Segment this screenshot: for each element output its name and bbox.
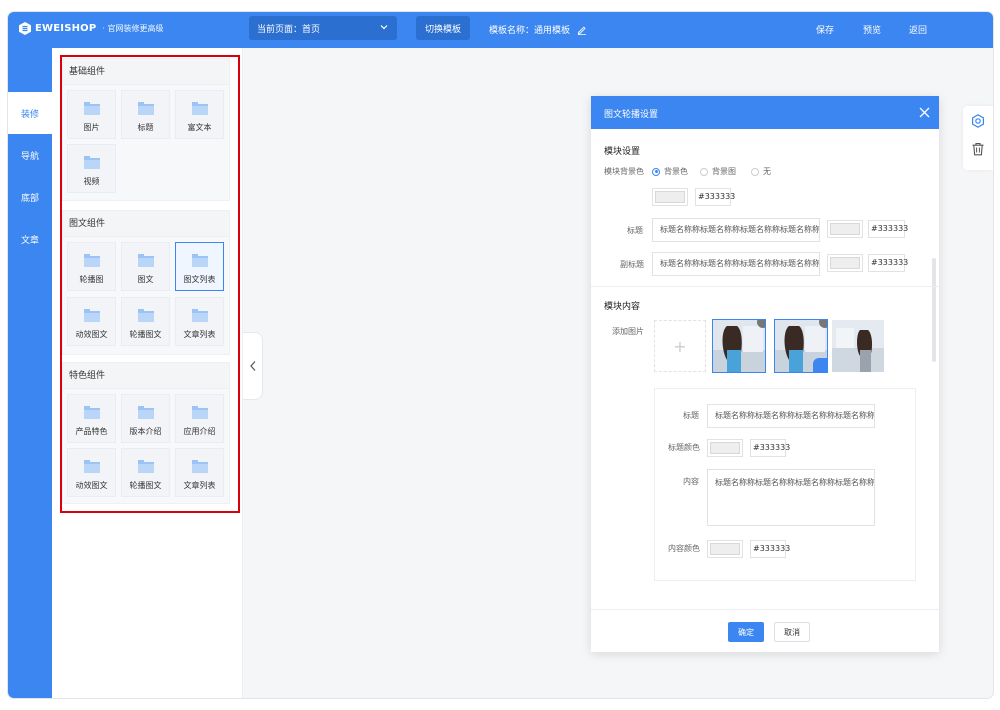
trash-icon[interactable] <box>971 142 985 156</box>
radio-label: 背景色 <box>664 167 688 176</box>
edit-pen-icon[interactable] <box>577 25 587 35</box>
item-content-textarea[interactable]: 标题名称称标题名称称标题名称称标题名称称 <box>707 469 875 526</box>
item-content-color-picker[interactable] <box>707 540 743 558</box>
carousel-settings-modal: 图文轮播设置 模块设置 模块背景色 背景色 背景图 无 #333333 标题 标… <box>591 96 939 652</box>
settings-gear-icon[interactable] <box>971 114 985 128</box>
radio-bg-none[interactable]: 无 <box>751 166 771 177</box>
highlight-box <box>60 55 240 513</box>
carousel-image-thumb-active[interactable] <box>774 319 828 373</box>
radio-bg-color[interactable]: 背景色 <box>652 166 688 177</box>
section-title-module-settings: 模块设置 <box>604 147 641 157</box>
item-title-input[interactable]: 标题名称称标题名称称标题名称称标题名称称 <box>707 404 875 428</box>
add-image-label: 添加图片 <box>612 327 644 336</box>
nav-item-navigation[interactable]: 导航 <box>8 134 52 176</box>
subtitle-color-picker[interactable] <box>827 254 863 272</box>
title-label: 标题 <box>627 226 643 235</box>
photo-icon <box>832 320 884 372</box>
modal-scrollbar[interactable] <box>932 258 936 362</box>
confirm-button[interactable]: 确定 <box>728 622 764 642</box>
back-button[interactable]: 返回 <box>909 23 927 36</box>
color-swatch <box>710 543 740 555</box>
add-image-button[interactable]: + <box>654 320 706 372</box>
subtitle-input[interactable]: 标题名称称标题名称称标题名称称标题名称称 <box>652 252 820 276</box>
radio-dot <box>652 167 660 176</box>
item-title-label: 标题 <box>683 411 699 420</box>
carousel-image-thumb[interactable] <box>832 320 884 372</box>
photo-icon <box>713 320 765 372</box>
page-select[interactable]: 当前页面：首页 <box>249 16 397 40</box>
title-color-hex[interactable]: #333333 <box>868 220 908 238</box>
section-divider <box>591 286 939 287</box>
modal-header: 图文轮播设置 <box>591 96 939 129</box>
item-content-color-hex[interactable]: #333333 <box>750 540 790 558</box>
collapse-panel-button[interactable] <box>243 332 263 400</box>
title-color-picker[interactable] <box>827 220 863 238</box>
chevron-left-icon <box>249 361 255 371</box>
chevron-down-icon <box>380 25 388 30</box>
plus-icon: + <box>673 336 687 356</box>
modal-footer: 确定 取消 <box>591 609 939 652</box>
tool-strip <box>963 106 993 170</box>
template-name-label: 模板名称：通用模板 <box>489 26 571 36</box>
brand-logo-icon <box>19 22 31 35</box>
item-content-label: 内容 <box>683 477 699 486</box>
save-button[interactable]: 保存 <box>816 23 834 36</box>
radio-label: 背景图 <box>712 167 736 176</box>
nav-item-decorate[interactable]: 装修 <box>8 92 52 134</box>
title-input[interactable]: 标题名称称标题名称称标题名称称标题名称称 <box>652 218 820 242</box>
bg-color-label: 模块背景色 <box>604 167 644 176</box>
brand-logo: EWEISHOP · 官网装修更高级 <box>19 22 164 35</box>
item-title-color-label: 标题颜色 <box>668 443 700 452</box>
radio-dot <box>700 167 708 176</box>
switch-template-button[interactable]: 切换模板 <box>416 16 470 40</box>
item-title-color-picker[interactable] <box>707 439 743 457</box>
color-swatch <box>655 191 685 203</box>
carousel-image-thumb[interactable] <box>712 319 766 373</box>
radio-label: 无 <box>763 167 771 176</box>
item-title-color-hex[interactable]: #333333 <box>750 439 790 457</box>
top-bar: EWEISHOP · 官网装修更高级 当前页面：首页 切换模板 模板名称：通用模… <box>8 12 993 48</box>
modal-title: 图文轮播设置 <box>604 110 659 120</box>
color-swatch <box>830 257 860 269</box>
item-content-color-label: 内容颜色 <box>668 544 700 553</box>
page-select-label: 当前页面：首页 <box>257 24 321 35</box>
brand-slogan: · 官网装修更高级 <box>102 24 164 33</box>
color-swatch <box>710 442 740 454</box>
close-icon[interactable] <box>919 107 930 118</box>
nav-item-footer[interactable]: 底部 <box>8 176 52 218</box>
template-name: 模板名称：通用模板 <box>489 23 587 36</box>
cancel-button[interactable]: 取消 <box>774 622 810 642</box>
edit-image-icon[interactable] <box>813 358 827 372</box>
bg-color-hex[interactable]: #333333 <box>695 188 735 206</box>
subtitle-label: 副标题 <box>620 260 644 269</box>
color-swatch <box>830 223 860 235</box>
left-nav: 装修 导航 底部 文章 <box>8 48 52 698</box>
section-title-module-content: 模块内容 <box>604 302 641 312</box>
bg-color-picker[interactable] <box>652 188 688 206</box>
nav-item-article[interactable]: 文章 <box>8 218 52 260</box>
radio-dot <box>751 167 759 176</box>
carousel-item-panel: 标题 标题名称称标题名称称标题名称称标题名称称 标题颜色 #333333 内容 … <box>654 388 916 581</box>
subtitle-color-hex[interactable]: #333333 <box>868 254 908 272</box>
brand-name: EWEISHOP <box>35 23 97 34</box>
radio-bg-image[interactable]: 背景图 <box>700 166 736 177</box>
preview-button[interactable]: 预览 <box>863 23 881 36</box>
